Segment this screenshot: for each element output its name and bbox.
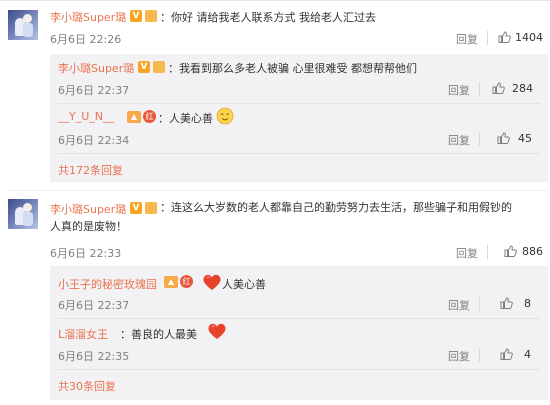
- comment-divider: [8, 190, 548, 191]
- like-icon[interactable]: [497, 132, 510, 144]
- comment-date: 6月6日 22:26: [50, 33, 122, 46]
- member-crown-icon: [145, 10, 157, 22]
- red-badge: 红: [143, 110, 156, 123]
- heart-emoji: [203, 274, 221, 290]
- red-badge: 红: [180, 275, 193, 288]
- reply-username[interactable]: L溜溜女王: [58, 326, 108, 342]
- reply-username[interactable]: __Y_U_N__: [58, 110, 114, 123]
- more-replies-link[interactable]: 共30条回复: [58, 378, 116, 394]
- comment-text: ：你好 请给我老人联系方式 我给老人汇过去: [160, 11, 376, 24]
- reply-date: 6月6日 22:34: [58, 134, 130, 147]
- reply-button[interactable]: 回复: [448, 297, 470, 313]
- comment-username[interactable]: 李小璐Super璐: [50, 9, 126, 25]
- separator: [487, 245, 488, 259]
- reply-button[interactable]: 回复: [456, 245, 478, 261]
- reply-divider: [58, 153, 540, 154]
- top-rule: [0, 0, 550, 1]
- reply-button[interactable]: 回复: [456, 31, 478, 47]
- like-count: 284: [512, 82, 533, 95]
- like-icon[interactable]: [500, 297, 513, 309]
- reply-username[interactable]: 小王子的秘密玫瑰园: [58, 276, 157, 292]
- avatar[interactable]: [8, 199, 38, 229]
- like-count: 1404: [515, 31, 543, 44]
- reply-username[interactable]: 李小璐Super璐: [58, 60, 134, 76]
- smile-emoji: [216, 107, 234, 125]
- like-icon[interactable]: [492, 82, 505, 94]
- separator: [479, 132, 480, 146]
- reply-divider: [58, 103, 540, 104]
- reply-date: 6月6日 22:37: [58, 299, 130, 312]
- like-icon[interactable]: [500, 348, 513, 360]
- separator: [479, 297, 480, 311]
- more-replies-link[interactable]: 共172条回复: [58, 162, 123, 178]
- like-count: 4: [524, 348, 531, 361]
- like-count: 886: [522, 245, 543, 258]
- verified-badge: V: [130, 10, 142, 22]
- member-crown-icon: [153, 61, 165, 73]
- separator: [479, 348, 480, 362]
- reply-text: ：人美心善: [158, 112, 213, 125]
- reply-button[interactable]: 回复: [448, 348, 470, 364]
- level-badge: ▲: [164, 276, 178, 288]
- reply-date: 6月6日 22:35: [58, 350, 130, 363]
- separator: [487, 31, 488, 45]
- like-icon[interactable]: [498, 31, 511, 43]
- level-badge: ▲: [127, 111, 141, 123]
- like-count: 45: [518, 132, 532, 145]
- comment-text: ：连这么大岁数的老人都靠自己的勤劳努力去生活，那些骗子和用假钞的人真的是废物！: [50, 201, 512, 233]
- like-count: 8: [524, 297, 531, 310]
- reply-date: 6月6日 22:37: [58, 84, 130, 97]
- reply-text: 人美心善: [222, 278, 266, 291]
- reply-divider: [58, 318, 540, 319]
- reply-divider: [58, 369, 540, 370]
- reply-button[interactable]: 回复: [448, 82, 470, 98]
- reply-text: ：善良的人最美: [120, 328, 197, 341]
- reply-text: ：我看到那么多老人被骗 心里很难受 都想帮帮他们: [168, 62, 417, 75]
- verified-badge: V: [138, 61, 150, 73]
- comment-date: 6月6日 22:33: [50, 247, 122, 260]
- heart-emoji: [208, 323, 226, 339]
- separator: [479, 82, 480, 96]
- reply-button[interactable]: 回复: [448, 132, 470, 148]
- like-icon[interactable]: [504, 245, 517, 257]
- avatar[interactable]: [8, 10, 38, 40]
